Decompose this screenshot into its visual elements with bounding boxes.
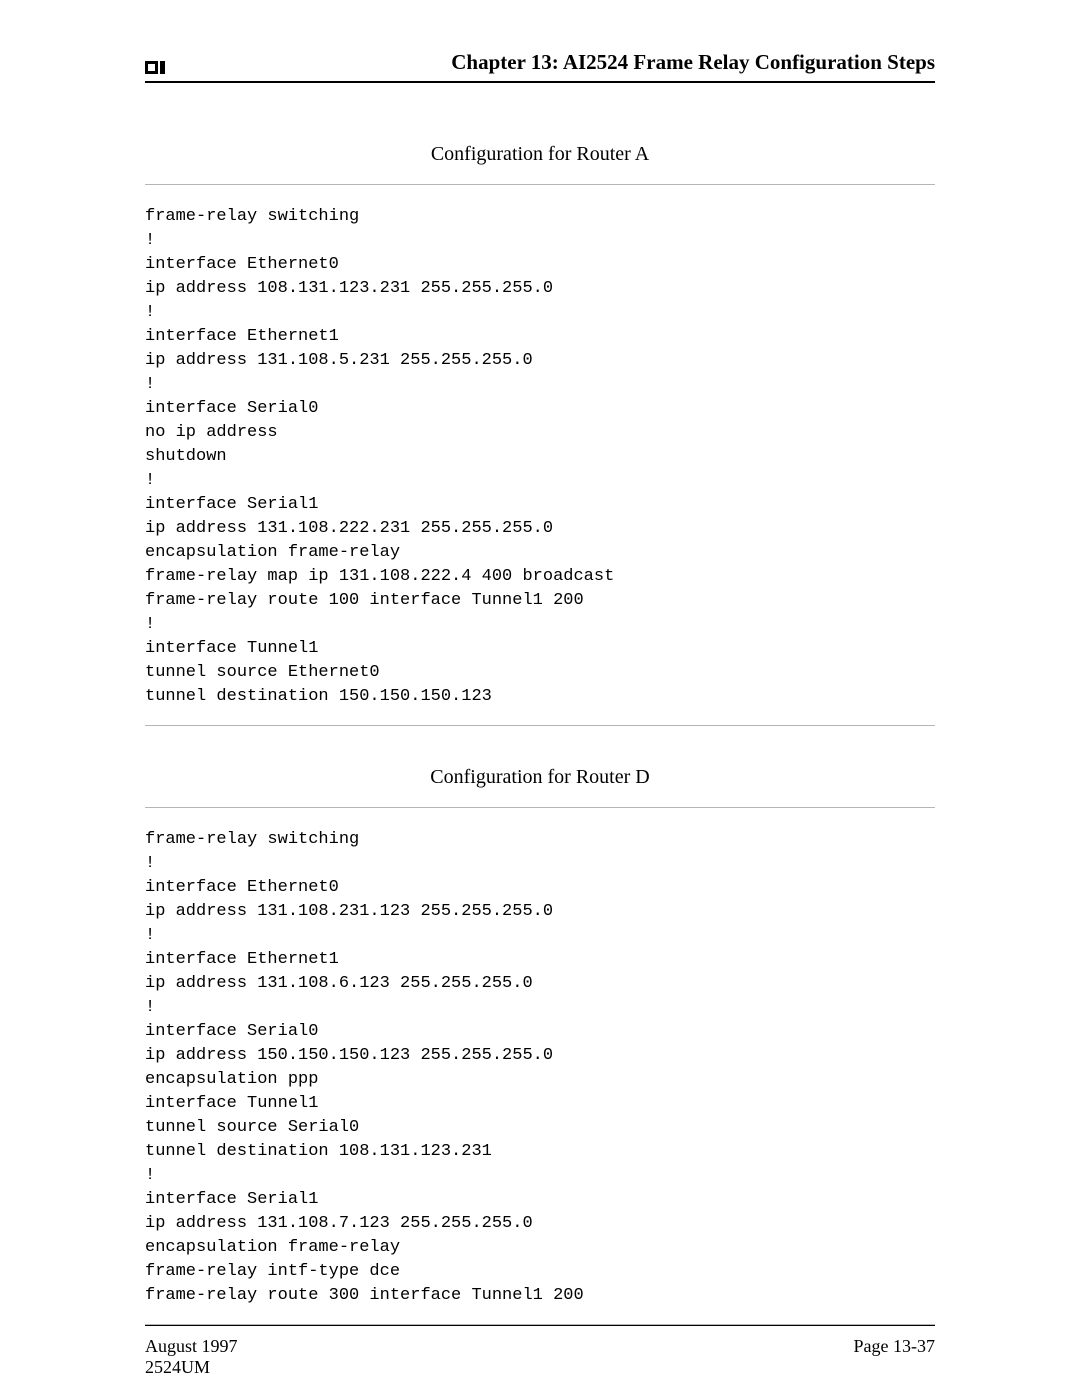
- divider: [145, 184, 935, 185]
- divider: [145, 725, 935, 726]
- divider: [145, 807, 935, 808]
- footer-doc-id: 2524UM: [145, 1357, 238, 1378]
- page-content: Configuration for Router A frame-relay s…: [145, 143, 935, 1325]
- footer-date: August 1997: [145, 1336, 238, 1357]
- footer-page-number: Page 13-37: [854, 1336, 935, 1378]
- chapter-title: Chapter 13: AI2524 Frame Relay Configura…: [451, 50, 935, 75]
- brand-logo-icon: [145, 59, 165, 75]
- page-footer: August 1997 2524UM Page 13-37: [145, 1325, 935, 1378]
- section-title-router-d: Configuration for Router D: [145, 766, 935, 789]
- page-header: Chapter 13: AI2524 Frame Relay Configura…: [145, 50, 935, 83]
- section-title-router-a: Configuration for Router A: [145, 143, 935, 166]
- config-code-router-a: frame-relay switching ! interface Ethern…: [145, 205, 935, 709]
- config-code-router-d: frame-relay switching ! interface Ethern…: [145, 828, 935, 1308]
